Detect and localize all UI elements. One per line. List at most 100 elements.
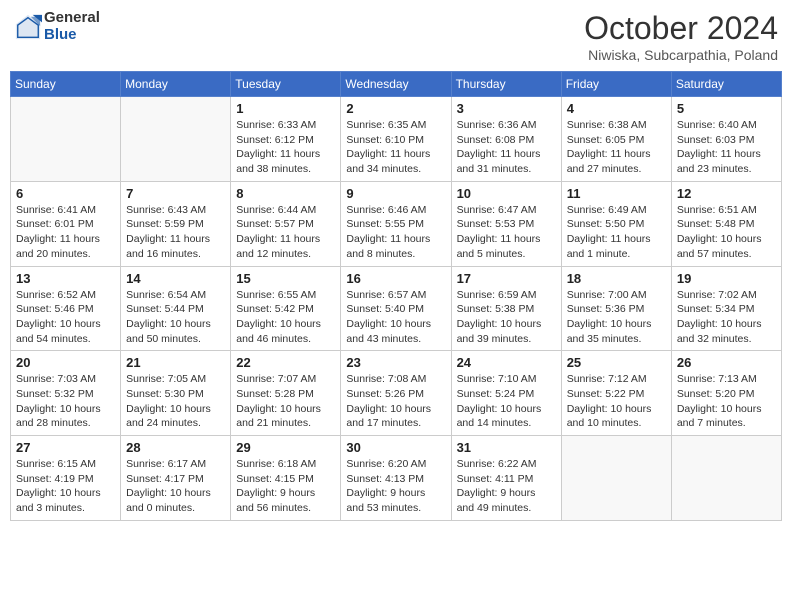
- calendar-day-cell: 20 Sunrise: 7:03 AMSunset: 5:32 PMDayligh…: [11, 351, 121, 436]
- day-info: Sunrise: 6:49 AMSunset: 5:50 PMDaylight:…: [567, 203, 666, 262]
- day-info: Sunrise: 7:03 AMSunset: 5:32 PMDaylight:…: [16, 372, 115, 431]
- day-info: Sunrise: 7:12 AMSunset: 5:22 PMDaylight:…: [567, 372, 666, 431]
- logo-general-text: General: [44, 10, 100, 27]
- calendar-day-cell: 19 Sunrise: 7:02 AMSunset: 5:34 PMDayligh…: [671, 266, 781, 351]
- calendar-day-cell: 21Sunrise: 7:05 AMSunset: 5:30 PMDayligh…: [121, 351, 231, 436]
- day-info: Sunrise: 6:44 AMSunset: 5:57 PMDaylight:…: [236, 203, 335, 262]
- day-number: 5: [677, 101, 776, 116]
- calendar-day-cell: 7 Sunrise: 6:43 AMSunset: 5:59 PMDaylight…: [121, 181, 231, 266]
- day-info: Sunrise: 7:08 AMSunset: 5:26 PMDaylight:…: [346, 372, 445, 431]
- day-number: 13: [16, 271, 115, 286]
- day-number: 29: [236, 440, 335, 455]
- day-number: 25: [567, 355, 666, 370]
- calendar-day-cell: 23 Sunrise: 7:08 AMSunset: 5:26 PMDayligh…: [341, 351, 451, 436]
- day-info: Sunrise: 6:38 AMSunset: 6:05 PMDaylight:…: [567, 118, 666, 177]
- day-info: Sunrise: 6:22 AMSunset: 4:11 PMDaylight:…: [457, 457, 556, 516]
- month-title: October 2024: [584, 10, 778, 47]
- calendar-day-cell: 30 Sunrise: 6:20 AMSunset: 4:13 PMDayligh…: [341, 436, 451, 521]
- calendar-day-cell: 5 Sunrise: 6:40 AMSunset: 6:03 PMDaylight…: [671, 97, 781, 182]
- calendar-day-cell: 6 Sunrise: 6:41 AMSunset: 6:01 PMDaylight…: [11, 181, 121, 266]
- day-info: Sunrise: 6:33 AMSunset: 6:12 PMDaylight:…: [236, 118, 335, 177]
- day-info: Sunrise: 6:40 AMSunset: 6:03 PMDaylight:…: [677, 118, 776, 177]
- day-info: Sunrise: 6:51 AMSunset: 5:48 PMDaylight:…: [677, 203, 776, 262]
- day-number: 7: [126, 186, 225, 201]
- logo-text: General Blue: [44, 10, 100, 43]
- day-info: Sunrise: 6:43 AMSunset: 5:59 PMDaylight:…: [126, 203, 225, 262]
- day-number: 17: [457, 271, 556, 286]
- calendar-day-cell: 13Sunrise: 6:52 AMSunset: 5:46 PMDayligh…: [11, 266, 121, 351]
- day-of-week-header: Thursday: [451, 72, 561, 97]
- day-number: 20: [16, 355, 115, 370]
- calendar-table: SundayMondayTuesdayWednesdayThursdayFrid…: [10, 71, 782, 521]
- calendar-day-cell: 25 Sunrise: 7:12 AMSunset: 5:22 PMDayligh…: [561, 351, 671, 436]
- day-number: 9: [346, 186, 445, 201]
- day-number: 26: [677, 355, 776, 370]
- day-number: 18: [567, 271, 666, 286]
- day-number: 1: [236, 101, 335, 116]
- day-of-week-header: Friday: [561, 72, 671, 97]
- day-info: Sunrise: 6:20 AMSunset: 4:13 PMDaylight:…: [346, 457, 445, 516]
- calendar-day-cell: [11, 97, 121, 182]
- day-number: 31: [457, 440, 556, 455]
- day-number: 10: [457, 186, 556, 201]
- day-of-week-header: Sunday: [11, 72, 121, 97]
- day-info: Sunrise: 6:18 AMSunset: 4:15 PMDaylight:…: [236, 457, 335, 516]
- calendar-day-cell: 31 Sunrise: 6:22 AMSunset: 4:11 PMDayligh…: [451, 436, 561, 521]
- day-number: 14: [126, 271, 225, 286]
- day-of-week-header: Monday: [121, 72, 231, 97]
- calendar-day-cell: 15 Sunrise: 6:55 AMSunset: 5:42 PMDayligh…: [231, 266, 341, 351]
- day-number: 4: [567, 101, 666, 116]
- day-info: Sunrise: 6:57 AMSunset: 5:40 PMDaylight:…: [346, 288, 445, 347]
- day-number: 30: [346, 440, 445, 455]
- day-number: 19: [677, 271, 776, 286]
- calendar-week-row: 13Sunrise: 6:52 AMSunset: 5:46 PMDayligh…: [11, 266, 782, 351]
- day-info: Sunrise: 7:02 AMSunset: 5:34 PMDaylight:…: [677, 288, 776, 347]
- day-info: Sunrise: 7:10 AMSunset: 5:24 PMDaylight:…: [457, 372, 556, 431]
- calendar-day-cell: 26 Sunrise: 7:13 AMSunset: 5:20 PMDayligh…: [671, 351, 781, 436]
- day-info: Sunrise: 6:55 AMSunset: 5:42 PMDaylight:…: [236, 288, 335, 347]
- day-number: 23: [346, 355, 445, 370]
- day-info: Sunrise: 7:07 AMSunset: 5:28 PMDaylight:…: [236, 372, 335, 431]
- day-number: 16: [346, 271, 445, 286]
- calendar-day-cell: 3 Sunrise: 6:36 AMSunset: 6:08 PMDaylight…: [451, 97, 561, 182]
- day-info: Sunrise: 6:15 AMSunset: 4:19 PMDaylight:…: [16, 457, 115, 516]
- calendar-day-cell: 11 Sunrise: 6:49 AMSunset: 5:50 PMDayligh…: [561, 181, 671, 266]
- day-number: 22: [236, 355, 335, 370]
- day-number: 6: [16, 186, 115, 201]
- day-number: 2: [346, 101, 445, 116]
- calendar-day-cell: 27 Sunrise: 6:15 AMSunset: 4:19 PMDayligh…: [11, 436, 121, 521]
- day-number: 12: [677, 186, 776, 201]
- day-info: Sunrise: 7:00 AMSunset: 5:36 PMDaylight:…: [567, 288, 666, 347]
- calendar-week-row: 27 Sunrise: 6:15 AMSunset: 4:19 PMDayligh…: [11, 436, 782, 521]
- day-info: Sunrise: 6:41 AMSunset: 6:01 PMDaylight:…: [16, 203, 115, 262]
- calendar-day-cell: 8Sunrise: 6:44 AMSunset: 5:57 PMDaylight…: [231, 181, 341, 266]
- calendar-day-cell: [561, 436, 671, 521]
- day-info: Sunrise: 6:47 AMSunset: 5:53 PMDaylight:…: [457, 203, 556, 262]
- calendar-day-cell: 18 Sunrise: 7:00 AMSunset: 5:36 PMDayligh…: [561, 266, 671, 351]
- logo: General Blue: [14, 10, 100, 43]
- calendar-day-cell: 10 Sunrise: 6:47 AMSunset: 5:53 PMDayligh…: [451, 181, 561, 266]
- calendar-header-row: SundayMondayTuesdayWednesdayThursdayFrid…: [11, 72, 782, 97]
- day-of-week-header: Tuesday: [231, 72, 341, 97]
- calendar-day-cell: 22 Sunrise: 7:07 AMSunset: 5:28 PMDayligh…: [231, 351, 341, 436]
- day-info: Sunrise: 6:46 AMSunset: 5:55 PMDaylight:…: [346, 203, 445, 262]
- calendar-day-cell: 14Sunrise: 6:54 AMSunset: 5:44 PMDayligh…: [121, 266, 231, 351]
- day-number: 3: [457, 101, 556, 116]
- day-number: 27: [16, 440, 115, 455]
- title-block: October 2024 Niwiska, Subcarpathia, Pola…: [584, 10, 778, 63]
- day-number: 11: [567, 186, 666, 201]
- location-subtitle: Niwiska, Subcarpathia, Poland: [584, 47, 778, 63]
- calendar-week-row: 20 Sunrise: 7:03 AMSunset: 5:32 PMDayligh…: [11, 351, 782, 436]
- day-of-week-header: Wednesday: [341, 72, 451, 97]
- calendar-week-row: 6 Sunrise: 6:41 AMSunset: 6:01 PMDaylight…: [11, 181, 782, 266]
- day-info: Sunrise: 6:35 AMSunset: 6:10 PMDaylight:…: [346, 118, 445, 177]
- calendar-day-cell: [121, 97, 231, 182]
- day-info: Sunrise: 6:17 AMSunset: 4:17 PMDaylight:…: [126, 457, 225, 516]
- calendar-day-cell: 29 Sunrise: 6:18 AMSunset: 4:15 PMDayligh…: [231, 436, 341, 521]
- calendar-day-cell: 4 Sunrise: 6:38 AMSunset: 6:05 PMDaylight…: [561, 97, 671, 182]
- day-info: Sunrise: 7:13 AMSunset: 5:20 PMDaylight:…: [677, 372, 776, 431]
- day-number: 15: [236, 271, 335, 286]
- day-info: Sunrise: 6:36 AMSunset: 6:08 PMDaylight:…: [457, 118, 556, 177]
- calendar-day-cell: 1 Sunrise: 6:33 AMSunset: 6:12 PMDaylight…: [231, 97, 341, 182]
- day-number: 21: [126, 355, 225, 370]
